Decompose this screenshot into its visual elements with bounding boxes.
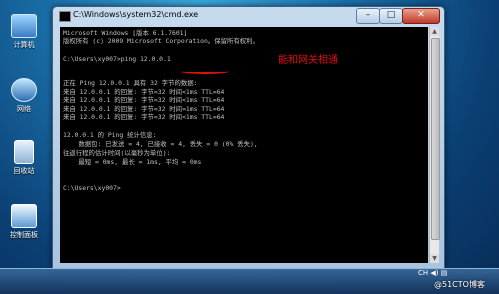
minimize-button[interactable]: – [356,8,380,24]
desktop-icon-control-panel[interactable]: 控制面板 [2,204,46,240]
network-icon [11,78,37,102]
watermark-text: @51CTO博客 [434,280,485,289]
computer-icon [11,14,37,38]
desktop-icon-recycle-bin[interactable]: 回收站 [2,140,46,176]
console-line: 12.0.0.1 的 Ping 统计信息: [63,131,157,139]
maximize-button[interactable]: □ [379,8,403,24]
scroll-up-arrow-icon[interactable]: ▲ [430,27,439,36]
recycle-bin-icon [14,140,34,164]
console-prompt: C:\Users\xy007> [63,184,121,192]
console-line: 来自 12.0.0.1 的回复: 字节=32 时间<1ms TTL=64 [63,113,225,121]
red-underline-mark [181,69,229,74]
desktop-icon-label: 回收站 [13,167,35,175]
console-line: 数据包: 已发送 = 4, 已接收 = 4, 丢失 = 0 (0% 丢失), [63,140,258,148]
window-title: C:\Windows\system32\cmd.exe [73,10,199,19]
close-button[interactable]: ✕ [402,8,440,24]
language-indicator[interactable]: CH [418,269,428,277]
cmd-window[interactable]: C:\Windows\system32\cmd.exe – □ ✕ Micros… [52,6,445,270]
console-line: 版权所有 (c) 2009 Microsoft Corporation。保留所有… [63,37,259,45]
control-panel-icon [11,204,37,228]
scroll-down-arrow-icon[interactable]: ▼ [430,254,439,263]
console-line: 正在 Ping 12.0.0.1 具有 32 字节的数据: [63,79,198,87]
desktop-icon-computer[interactable]: 计算机 [2,14,46,50]
desktop-icon-label: 控制面板 [10,231,38,239]
console-line: 往返行程的估计时间(以毫秒为单位): [63,149,171,157]
window-titlebar[interactable]: C:\Windows\system32\cmd.exe – □ ✕ [53,7,444,25]
console-line: 最短 = 0ms, 最长 = 1ms, 平均 = 0ms [63,158,202,166]
desktop-icon-label: 网络 [17,105,31,113]
scrollbar-thumb[interactable] [431,38,440,240]
console-line: 来自 12.0.0.1 的回复: 字节=32 时间<1ms TTL=64 [63,96,225,104]
desktop-icon-label: 计算机 [13,41,35,49]
red-annotation: 能和网关相通 [278,55,338,66]
speaker-icon[interactable]: ◀) [430,269,438,277]
console-line: C:\Users\xy007>ping 12.0.0.1 [63,55,171,63]
console-output[interactable]: Microsoft Windows [版本 6.1.7601] 版权所有 (c)… [60,27,428,263]
desktop-icon-network[interactable]: 网络 [2,78,46,114]
vertical-scrollbar[interactable]: ▲ ▼ [429,27,440,263]
cmd-icon [59,11,71,22]
system-tray[interactable]: CH ◀) ▤ [418,269,447,277]
network-tray-icon[interactable]: ▤ [441,269,448,277]
